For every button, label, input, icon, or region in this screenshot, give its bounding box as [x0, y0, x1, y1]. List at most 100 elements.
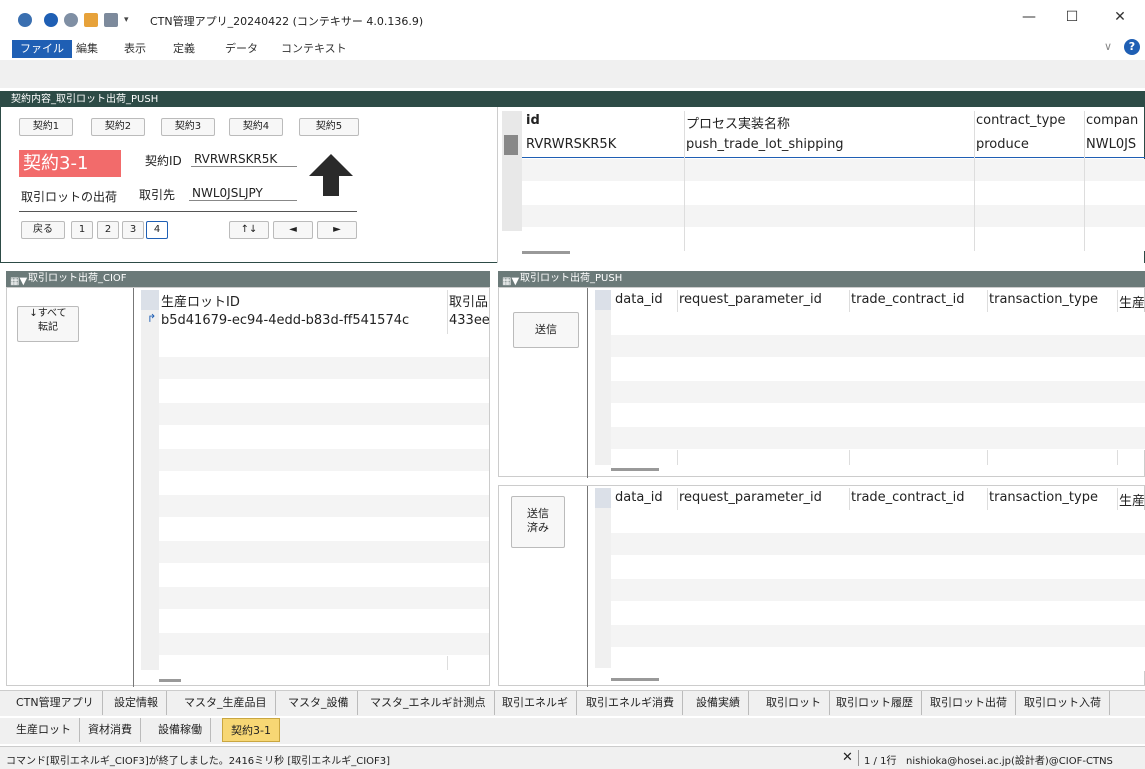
- tab-contract-3-1[interactable]: 契約3-1: [222, 718, 280, 742]
- header-trade-contract-id[interactable]: trade_contract_id: [851, 490, 987, 505]
- contract-id-label: 契約ID: [145, 154, 182, 168]
- title-bar: ▾ CTN管理アプリ_20240422 (コンテキサー 4.0.136.9) —…: [0, 0, 1145, 38]
- header-request-parameter-id[interactable]: request_parameter_id: [679, 292, 849, 307]
- contract-panel-header: 契約内容_取引ロット出荷_PUSH: [1, 92, 1144, 107]
- horizontal-scrollbar[interactable]: [159, 679, 181, 682]
- page-3-button[interactable]: 3: [122, 221, 144, 239]
- row-selector[interactable]: [504, 135, 518, 155]
- home-icon[interactable]: [84, 13, 98, 27]
- header-lot-id[interactable]: 生産ロットID: [161, 291, 446, 310]
- close-status-icon[interactable]: ✕: [842, 750, 853, 765]
- page-4-button[interactable]: 4: [146, 221, 168, 239]
- maximize-button[interactable]: ☐: [1060, 9, 1084, 29]
- tab-trade-energy-consumption[interactable]: 取引エネルギ消費: [578, 691, 683, 715]
- minimize-button[interactable]: —: [1017, 9, 1041, 29]
- contract-grid[interactable]: id プロセス実装名称 contract_type compan RVRWRSK…: [497, 107, 1145, 263]
- quick-access-toolbar: ▾: [18, 12, 129, 28]
- tab-settings[interactable]: 設定情報: [106, 691, 167, 715]
- ribbon-collapse-icon[interactable]: ∨: [1104, 40, 1112, 53]
- tab-equipment-operation[interactable]: 設備稼働: [150, 718, 211, 742]
- prev-button[interactable]: ◄: [273, 221, 313, 239]
- right-panel-header: ▦▼ 取引ロット出荷_PUSH: [498, 271, 1145, 287]
- grid-icon[interactable]: [104, 13, 118, 27]
- ribbon-area: [0, 60, 1145, 88]
- tab-production-lot[interactable]: 生産ロット: [8, 718, 80, 742]
- header-trade-item[interactable]: 取引品: [449, 291, 489, 310]
- contract-tab-2[interactable]: 契約2: [91, 118, 145, 136]
- header-request-parameter-id[interactable]: request_parameter_id: [679, 490, 849, 505]
- menu-view[interactable]: 表示: [116, 40, 154, 58]
- grid-cell-process[interactable]: push_trade_lot_shipping: [686, 137, 966, 152]
- page-1-button[interactable]: 1: [71, 221, 93, 239]
- grid-header-company[interactable]: compan: [1086, 113, 1144, 128]
- horizontal-scrollbar[interactable]: [611, 678, 659, 681]
- sort-button[interactable]: ↑↓: [229, 221, 269, 239]
- tab-material-consumption[interactable]: 資材消費: [80, 718, 141, 742]
- push-panel: 送信 data_id request_parameter_id trade_co…: [498, 287, 1145, 478]
- menu-define[interactable]: 定義: [165, 40, 203, 58]
- menu-file[interactable]: ファイル: [12, 40, 72, 58]
- window-title: CTN管理アプリ_20240422 (コンテキサー 4.0.136.9): [150, 15, 424, 28]
- up-arrow-icon[interactable]: [307, 152, 355, 198]
- cell-trade-item[interactable]: 433ee: [449, 313, 489, 328]
- menu-data[interactable]: データ: [217, 40, 266, 58]
- grid-header-contract-type[interactable]: contract_type: [976, 113, 1084, 128]
- header-transaction-type[interactable]: transaction_type: [989, 490, 1117, 505]
- cell-lot-id[interactable]: b5d41679-ec94-4edd-b83d-ff541574c: [161, 313, 446, 328]
- send-button[interactable]: 送信: [513, 312, 579, 348]
- close-button[interactable]: ✕: [1108, 9, 1132, 29]
- grid-cell-company[interactable]: NWL0JS: [1086, 137, 1144, 152]
- contract-tab-3[interactable]: 契約3: [161, 118, 215, 136]
- grid-header-id[interactable]: id: [526, 113, 676, 128]
- status-message: コマンド[取引エネルギ_CIOF3]が終了しました。2416ミリ秒 [取引エネル…: [6, 756, 391, 767]
- bottom-tabs-row-2: 生産ロット 資材消費 設備稼働 契約3-1: [0, 718, 1145, 744]
- tab-trade-lot-history[interactable]: 取引ロット履歴: [828, 691, 922, 715]
- header-data-id[interactable]: data_id: [615, 490, 677, 505]
- back-button[interactable]: 戻る: [21, 221, 65, 239]
- menu-edit[interactable]: 編集: [68, 40, 106, 58]
- page-2-button[interactable]: 2: [97, 221, 119, 239]
- horizontal-scrollbar[interactable]: [611, 468, 659, 471]
- tab-master-equipment[interactable]: マスタ_設備: [280, 691, 358, 715]
- row-pointer-icon: ↱: [147, 312, 157, 325]
- left-panel: ↓すべて 転記 生産ロットID 取引品 ↱ b5d41679-ec94-4edd…: [6, 287, 490, 687]
- menu-bar: ファイル 編集 表示 定義 データ コンテキスト ∨ ?: [0, 38, 1145, 60]
- header-production[interactable]: 生産: [1119, 490, 1145, 509]
- sent-button[interactable]: 送信 済み: [511, 496, 565, 548]
- tab-ctn-app[interactable]: CTN管理アプリ: [8, 691, 103, 715]
- tab-trade-energy[interactable]: 取引エネルギ: [494, 691, 577, 715]
- grid-header-process[interactable]: プロセス実装名称: [686, 113, 966, 132]
- customize-dropdown-icon[interactable]: ▾: [124, 15, 129, 25]
- sent-panel: 送信 済み data_id request_parameter_id trade…: [498, 485, 1145, 687]
- partner-label: 取引先: [139, 188, 176, 202]
- right-panel-title: 取引ロット出荷_PUSH: [520, 273, 623, 284]
- transfer-all-button[interactable]: ↓すべて 転記: [17, 306, 79, 342]
- contract-id-field: RVRWRSKR5K: [191, 152, 297, 167]
- user-info: nishioka@hosei.ac.jp(設計者)@CIOF-CTNS: [906, 756, 1113, 767]
- tab-trade-lot-receiving[interactable]: 取引ロット入荷: [1016, 691, 1110, 715]
- contract-tab-5[interactable]: 契約5: [299, 118, 359, 136]
- contract-tab-4[interactable]: 契約4: [229, 118, 283, 136]
- bottom-tabs-row-1: CTN管理アプリ 設定情報 マスタ_生産品目 マスタ_設備 マスタ_エネルギ計測…: [0, 690, 1145, 716]
- left-panel-header: ▦▼ 取引ロット出荷_CIOF: [6, 271, 490, 287]
- tab-master-product[interactable]: マスタ_生産品目: [176, 691, 276, 715]
- back-nav-icon[interactable]: [44, 13, 58, 27]
- header-trade-contract-id[interactable]: trade_contract_id: [851, 292, 987, 307]
- horizontal-scrollbar[interactable]: [522, 251, 570, 254]
- header-transaction-type[interactable]: transaction_type: [989, 292, 1117, 307]
- forward-nav-icon[interactable]: [64, 13, 78, 27]
- next-button[interactable]: ►: [317, 221, 357, 239]
- tab-equipment-results[interactable]: 設備実績: [688, 691, 749, 715]
- menu-context[interactable]: コンテキスト: [273, 40, 355, 58]
- header-production[interactable]: 生産: [1119, 292, 1145, 311]
- help-icon[interactable]: ?: [1124, 39, 1140, 55]
- contract-badge: 契約3-1: [19, 150, 121, 177]
- contract-tab-1[interactable]: 契約1: [19, 118, 73, 136]
- tab-trade-lot[interactable]: 取引ロット: [758, 691, 830, 715]
- grid-cell-contract-type[interactable]: produce: [976, 137, 1084, 152]
- process-label: 取引ロットの出荷: [21, 190, 118, 204]
- tab-master-energy-point[interactable]: マスタ_エネルギ計測点: [362, 691, 495, 715]
- header-data-id[interactable]: data_id: [615, 292, 677, 307]
- grid-cell-id[interactable]: RVRWRSKR5K: [526, 137, 676, 152]
- tab-trade-lot-shipping[interactable]: 取引ロット出荷: [922, 691, 1016, 715]
